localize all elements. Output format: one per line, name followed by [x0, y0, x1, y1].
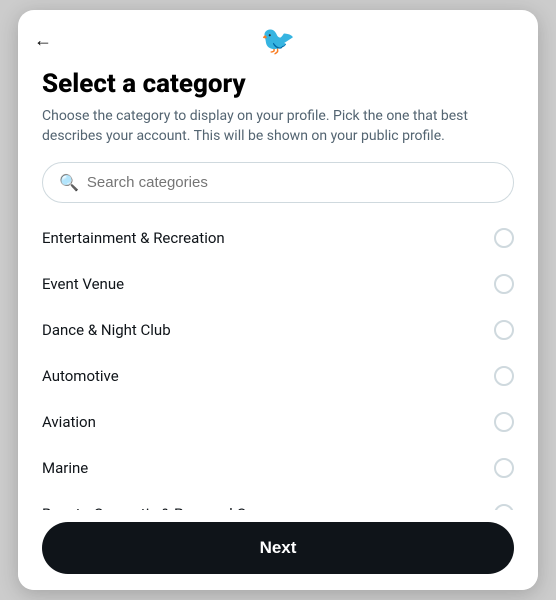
- list-item[interactable]: Beauty, Cosmetic & Personal Care: [42, 491, 514, 510]
- back-arrow-icon: ←: [34, 30, 52, 51]
- category-label: Automotive: [42, 367, 119, 385]
- next-button[interactable]: Next: [42, 522, 514, 574]
- twitter-logo: 🐦: [261, 24, 296, 57]
- search-icon: 🔍: [59, 173, 79, 192]
- category-label: Entertainment & Recreation: [42, 229, 225, 247]
- categories-list: Entertainment & Recreation Event Venue Dan…: [18, 215, 538, 510]
- list-item[interactable]: Marine: [42, 445, 514, 491]
- modal-header: ← 🐦: [18, 10, 538, 65]
- page-title: Select a category: [42, 69, 514, 99]
- category-label: Event Venue: [42, 275, 124, 293]
- radio-circle: [494, 228, 514, 248]
- radio-circle: [494, 320, 514, 340]
- back-button[interactable]: ←: [34, 30, 52, 51]
- list-item[interactable]: Event Venue: [42, 261, 514, 307]
- list-item[interactable]: Automotive: [42, 353, 514, 399]
- list-item[interactable]: Dance & Night Club: [42, 307, 514, 353]
- category-modal: ← 🐦 Select a category Choose the categor…: [18, 10, 538, 590]
- category-label: Marine: [42, 459, 88, 477]
- modal-body: Select a category Choose the category to…: [18, 65, 538, 510]
- radio-circle: [494, 412, 514, 432]
- radio-circle: [494, 274, 514, 294]
- modal-footer: Next: [18, 510, 538, 590]
- search-input[interactable]: [87, 174, 497, 191]
- page-subtitle: Choose the category to display on your p…: [42, 107, 514, 146]
- radio-circle: [494, 458, 514, 478]
- category-label: Dance & Night Club: [42, 321, 171, 339]
- category-label: Aviation: [42, 413, 96, 431]
- list-item[interactable]: Entertainment & Recreation: [42, 215, 514, 261]
- list-item[interactable]: Aviation: [42, 399, 514, 445]
- radio-circle: [494, 366, 514, 386]
- search-bar[interactable]: 🔍: [42, 162, 514, 203]
